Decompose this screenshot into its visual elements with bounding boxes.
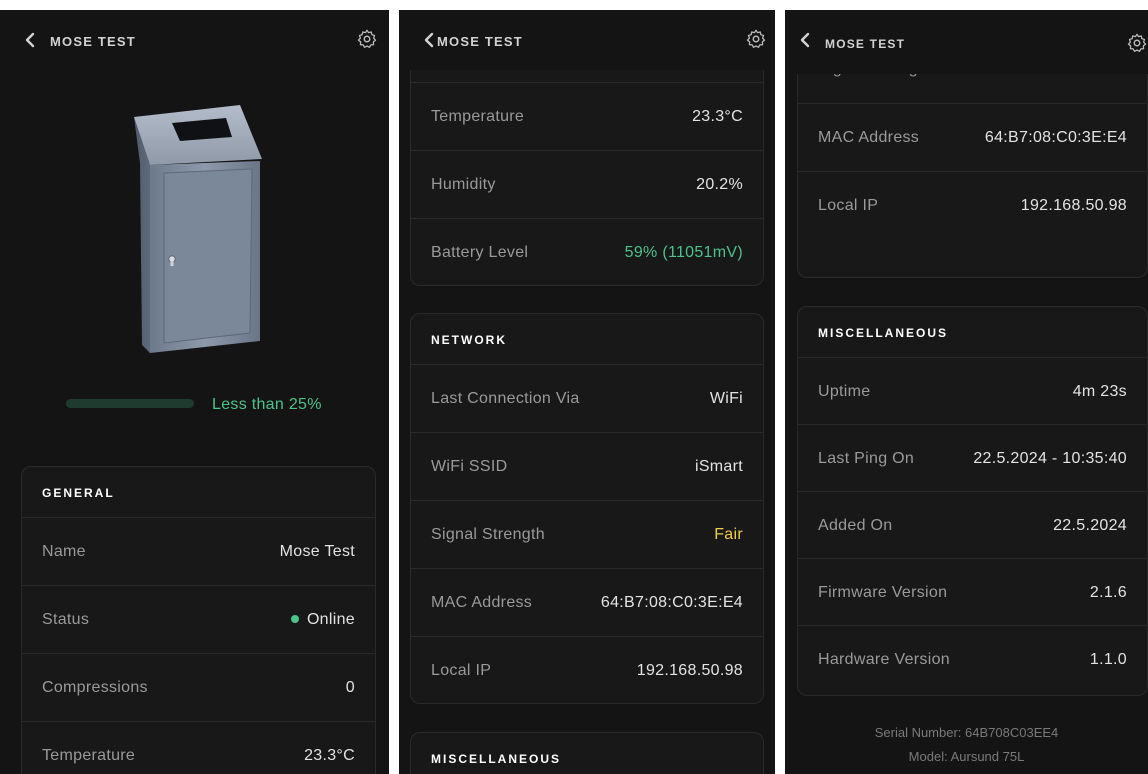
chevron-left-icon — [800, 32, 810, 48]
section-header-network: NETWORK — [431, 333, 507, 347]
page-title: MOSE TEST — [825, 37, 906, 51]
info-row-uptime: Uptime 4m 23s — [798, 357, 1147, 425]
fill-level-label: Less than 25% — [212, 396, 322, 413]
settings-button[interactable] — [356, 28, 378, 50]
bin-image — [134, 105, 262, 353]
info-row-battery: Battery Level 59% (11051mV) — [411, 218, 763, 286]
row-label: Local IP — [431, 662, 492, 679]
row-value: 64:B7:08:C0:3E:E4 — [600, 594, 743, 611]
info-row-signal-strength: Signal Strength Fair — [411, 500, 763, 568]
screen-network: MOSE TEST Temperature 23.3°C Humidity 20… — [399, 10, 775, 774]
misc-card: MISCELLANEOUS Uptime 4m 23s Last Ping On… — [797, 306, 1148, 696]
page-title: MOSE TEST — [437, 34, 523, 49]
back-button[interactable] — [799, 32, 813, 50]
fill-level-indicator — [66, 399, 98, 408]
info-row-last-ping: Last Ping On 22.5.2024 - 10:35:40 — [798, 424, 1147, 492]
row-label: Hardware Version — [818, 651, 950, 668]
info-row-mac-address: MAC Address 64:B7:08:C0:3E:E4 — [411, 568, 763, 636]
info-row-hardware: Hardware Version 1.1.0 — [798, 625, 1147, 693]
info-row-local-ip: Local IP 192.168.50.98 — [798, 171, 1147, 239]
back-button[interactable] — [423, 32, 437, 50]
row-label: Temperature — [42, 747, 136, 764]
row-value: iSmart — [694, 458, 743, 475]
info-row-status: Status Online — [22, 585, 375, 653]
row-label: Status — [42, 611, 90, 628]
app-header: MOSE TEST — [399, 10, 775, 70]
info-row-compressions: Compressions 0 — [22, 653, 375, 721]
battery-value: 59% (11051mV) — [624, 244, 743, 261]
info-row-firmware: Firmware Version 2.1.6 — [798, 558, 1147, 626]
network-card: NETWORK Last Connection Via WiFi WiFi SS… — [410, 313, 764, 704]
signal-value: Fair — [714, 526, 743, 543]
status-value: Online — [290, 611, 355, 629]
row-value: Mose Test — [279, 543, 355, 560]
row-label: WiFi SSID — [431, 458, 508, 475]
status-text: Online — [306, 611, 355, 628]
row-label: Compressions — [42, 679, 148, 696]
row-label: Temperature — [431, 108, 525, 125]
screen-overview: MOSE TEST Less than 25% GENERAL Name Mos… — [0, 10, 389, 774]
status-online-dot-icon — [290, 615, 299, 623]
app-header: MOSE TEST — [0, 10, 389, 72]
info-row-name: Name Mose Test — [22, 517, 375, 585]
row-value: WiFi — [709, 390, 743, 407]
settings-button[interactable] — [1126, 32, 1148, 54]
row-label: MAC Address — [431, 594, 533, 611]
serial-number: Serial Number: 64B708C03EE4 — [874, 725, 1059, 740]
section-header-misc: MISCELLANEOUS — [431, 752, 562, 766]
row-label: Added On — [818, 517, 893, 534]
gear-icon — [357, 29, 377, 48]
app-header: MOSE TEST — [785, 10, 1148, 74]
info-row-temperature: Temperature 23.3°C — [411, 82, 763, 150]
row-value: 20.2% — [696, 176, 743, 193]
info-row-humidity: Humidity 20.2% — [411, 150, 763, 218]
row-label: Signal Strength — [431, 526, 545, 543]
row-value: 23.3°C — [692, 108, 743, 125]
general-card: GENERAL Name Mose Test Status Online Com… — [21, 466, 376, 774]
row-value: 4m 23s — [1072, 383, 1127, 400]
gear-icon — [1127, 33, 1147, 52]
row-value: 192.168.50.98 — [636, 662, 743, 679]
row-value: 0 — [345, 679, 355, 696]
row-label: Name — [42, 543, 86, 560]
fill-level-bar — [66, 399, 194, 408]
model-name: Model: Aursund 75L — [908, 749, 1025, 764]
row-label: MAC Address — [818, 129, 920, 146]
row-value: 2.1.6 — [1089, 584, 1127, 601]
screen-misc: MOSE TEST Signal Strength Fair MAC Addre… — [785, 10, 1148, 774]
chevron-left-icon — [424, 32, 434, 48]
chevron-left-icon — [25, 32, 35, 48]
row-label: Last Ping On — [818, 450, 915, 467]
row-value: 23.3°C — [304, 747, 355, 764]
row-label: Humidity — [431, 176, 496, 193]
info-row-local-ip: Local IP 192.168.50.98 — [411, 636, 763, 704]
info-row-wifi-ssid: WiFi SSID iSmart — [411, 432, 763, 500]
info-row-mac-address: MAC Address 64:B7:08:C0:3E:E4 — [798, 103, 1147, 171]
info-row-last-connection: Last Connection Via WiFi — [411, 364, 763, 432]
info-row-temperature: Temperature 23.3°C — [22, 721, 375, 774]
settings-button[interactable] — [745, 28, 767, 50]
row-label: Firmware Version — [818, 584, 948, 601]
page-title: MOSE TEST — [50, 34, 136, 49]
row-value: 22.5.2024 — [1053, 517, 1127, 534]
row-label: Battery Level — [431, 244, 529, 261]
row-label: Last Connection Via — [431, 390, 580, 407]
row-value: 64:B7:08:C0:3E:E4 — [984, 129, 1127, 146]
section-header-general: GENERAL — [42, 486, 115, 500]
gear-icon — [746, 29, 766, 48]
row-value: 22.5.2024 - 10:35:40 — [973, 450, 1127, 467]
row-value: 1.1.0 — [1089, 651, 1127, 668]
row-value: 192.168.50.98 — [1020, 197, 1127, 214]
info-row-added-on: Added On 22.5.2024 — [798, 491, 1147, 559]
misc-card: MISCELLANEOUS — [410, 732, 764, 774]
row-label: Local IP — [818, 197, 879, 214]
section-header-misc: MISCELLANEOUS — [818, 326, 949, 340]
back-button[interactable] — [24, 32, 38, 50]
row-label: Uptime — [818, 383, 871, 400]
